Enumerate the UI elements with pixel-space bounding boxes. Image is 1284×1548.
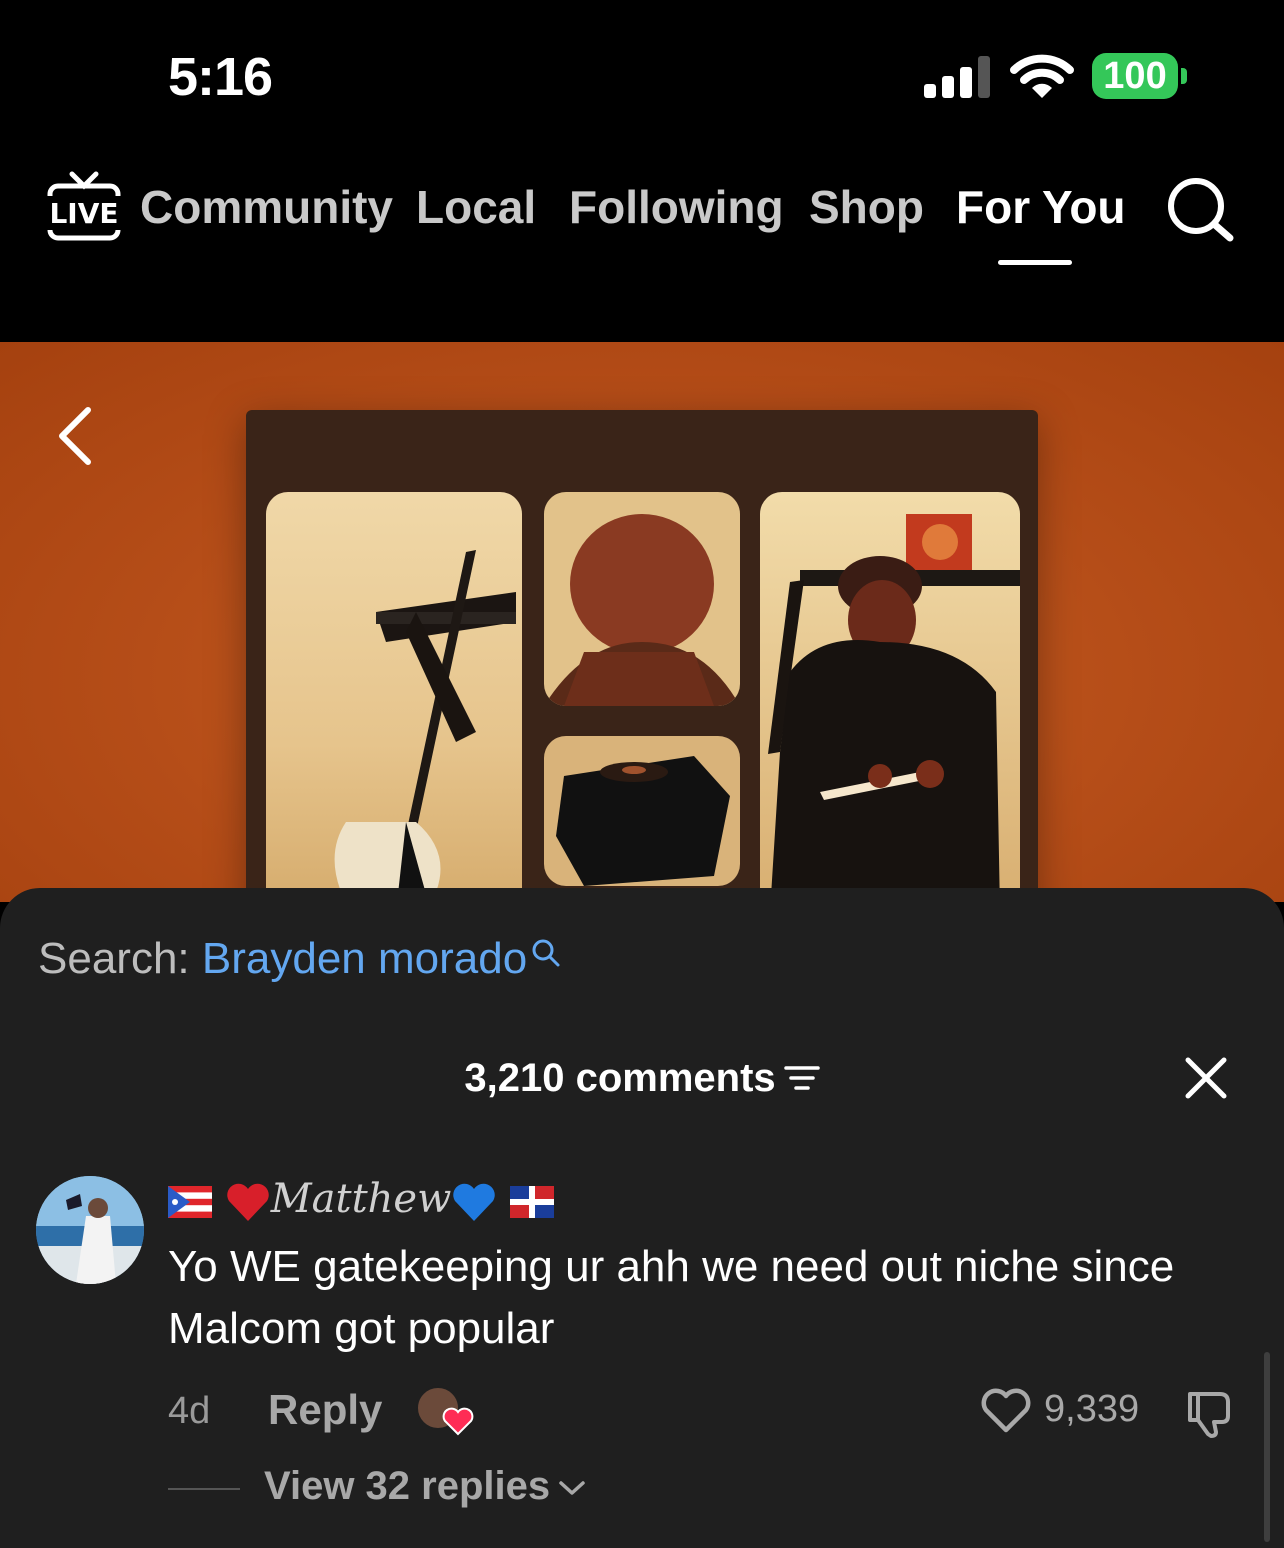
replies-divider <box>168 1488 240 1490</box>
dominican-flag-icon <box>510 1186 555 1218</box>
puerto-rico-flag-icon <box>168 1186 212 1218</box>
guitar-panel <box>266 492 522 902</box>
avatar[interactable] <box>36 1176 144 1284</box>
active-tab-indicator <box>998 260 1072 265</box>
tab-for-you[interactable]: For You <box>956 180 1126 234</box>
comments-sheet: Search: Brayden morado 3,210 comments Ma… <box>0 888 1284 1548</box>
turntable-panel <box>544 736 740 886</box>
cellular-signal-icon <box>924 56 990 98</box>
hooded-figure-panel <box>544 492 740 706</box>
tab-community[interactable]: Community <box>140 180 393 234</box>
search-prefix: Search: <box>38 934 190 983</box>
creator-liked-badge <box>416 1384 476 1436</box>
close-icon[interactable] <box>1184 1056 1228 1100</box>
reply-button[interactable]: Reply <box>268 1386 382 1434</box>
video-thumbnail-album-art <box>246 410 1038 902</box>
battery-icon: 100 <box>1092 53 1188 99</box>
tab-local[interactable]: Local <box>416 180 536 234</box>
red-heart-icon <box>226 1183 269 1221</box>
tab-following[interactable]: Following <box>569 180 784 234</box>
heart-like-icon[interactable] <box>980 1388 1032 1434</box>
top-nav: LIVE Community Local Following Shop For … <box>0 150 1284 342</box>
view-replies-button[interactable]: View 32 replies <box>168 1464 868 1514</box>
like-count: 9,339 <box>1044 1388 1140 1430</box>
status-time: 5:16 <box>168 47 273 107</box>
search-suggestion[interactable]: Search: Brayden morado <box>38 934 561 984</box>
blue-heart-icon <box>453 1183 496 1221</box>
scrollbar[interactable] <box>1264 1352 1270 1542</box>
search-icon[interactable] <box>1164 176 1236 242</box>
comment-username[interactable]: Matthew <box>168 1176 555 1223</box>
search-mini-icon <box>532 939 560 967</box>
username-text: Matthew <box>270 1176 452 1222</box>
status-bar: 5:16 100 <box>0 0 1284 150</box>
search-term-link[interactable]: Brayden morado <box>202 934 527 983</box>
comments-count: 3,210 comments <box>464 1055 776 1100</box>
wifi-icon <box>1010 54 1074 98</box>
live-tv-icon[interactable]: LIVE <box>46 170 122 244</box>
heart-badge-icon <box>442 1407 474 1436</box>
thumbs-down-icon[interactable] <box>1184 1388 1238 1438</box>
chevron-left-icon[interactable] <box>52 404 98 468</box>
comments-header: 3,210 comments <box>0 1054 1284 1101</box>
comment-actions: 4d Reply 9,339 <box>168 1384 1258 1442</box>
chevron-down-icon <box>559 1481 585 1496</box>
comment-text: Yo WE gatekeeping ur ahh we need out nic… <box>168 1242 1175 1353</box>
sort-filter-icon[interactable] <box>783 1064 820 1092</box>
view-replies-label: View 32 replies <box>264 1464 586 1509</box>
video-player[interactable] <box>0 342 1284 902</box>
writing-figure-panel <box>760 492 1020 902</box>
live-label: LIVE <box>49 197 118 230</box>
battery-level: 100 <box>1092 53 1178 99</box>
tab-shop[interactable]: Shop <box>809 180 924 234</box>
comment-age: 4d <box>168 1390 211 1432</box>
